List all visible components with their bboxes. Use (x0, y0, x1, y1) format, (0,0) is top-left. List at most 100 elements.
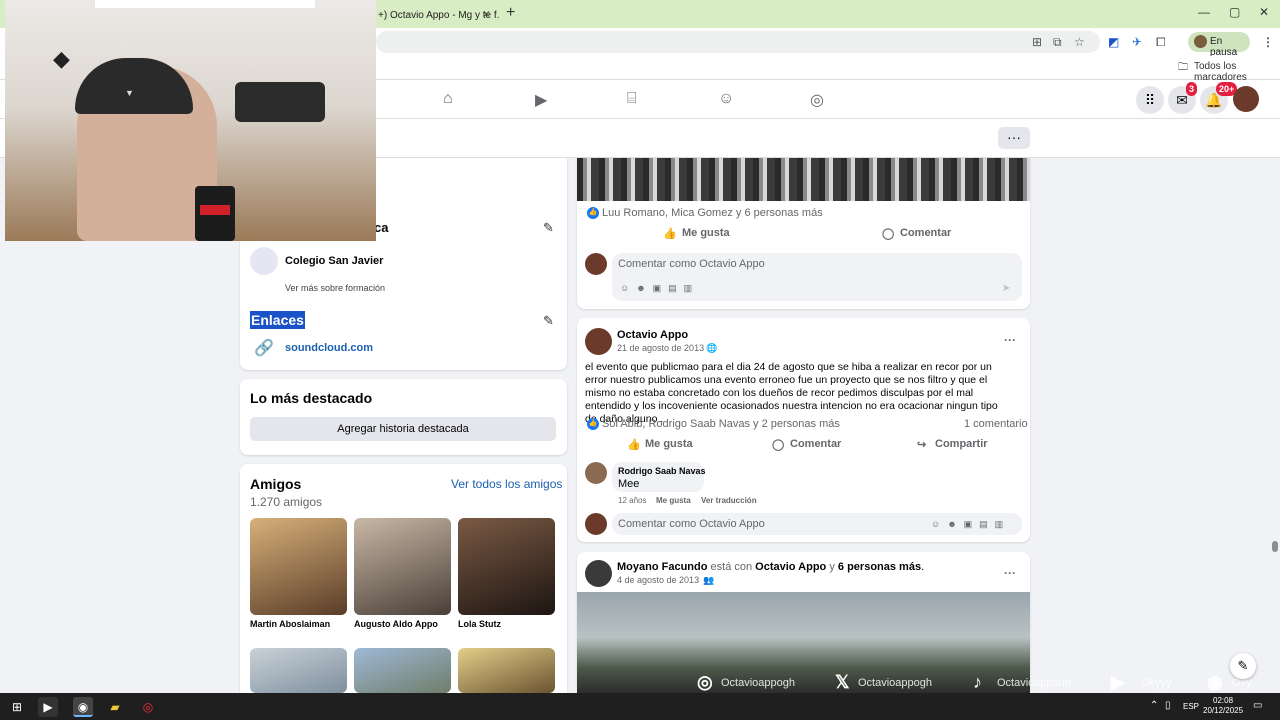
friend-name[interactable]: Lola Stutz (458, 619, 501, 629)
edit-links-pencil-icon[interactable]: ✎ (543, 313, 554, 329)
x-handle: Octavioappogh (858, 677, 932, 689)
marketplace-icon[interactable]: ⌸ (627, 90, 637, 108)
friends-count: 1.270 amigos (250, 495, 323, 509)
post-author[interactable]: Moyano Facundo (617, 561, 707, 573)
see-all-friends-link[interactable]: Ver todos los amigos (451, 477, 562, 491)
school-avatar (250, 247, 278, 275)
post-date[interactable]: 21 de agosto de 2013 (617, 343, 704, 353)
post-photo[interactable] (577, 158, 1030, 201)
translate-icon[interactable]: ⊞ (1032, 35, 1042, 49)
comment-tools-icons[interactable]: ☺☻▣▤▥ (931, 519, 1010, 530)
reply-author[interactable]: Rodrigo Saab Navas (618, 466, 706, 476)
comment-count[interactable]: 1 comentario (964, 418, 1028, 430)
send-icon[interactable]: ➤ (1002, 283, 1010, 294)
tab-close-icon[interactable]: × (483, 7, 490, 21)
like-reaction-icon: 👍 (587, 418, 599, 430)
friend-photo[interactable] (354, 648, 451, 693)
school-name[interactable]: Colegio San Javier (285, 255, 383, 267)
account-avatar[interactable] (1233, 86, 1259, 112)
comment-tools-icons[interactable]: ☺☻▣▤▥ (620, 283, 699, 294)
messenger-badge: 3 (1186, 82, 1198, 96)
folder-icon: 🗀 (1178, 62, 1188, 73)
language-indicator[interactable]: ESP (1183, 702, 1199, 711)
like-icon: 👍 (663, 228, 677, 240)
soundcloud-link[interactable]: soundcloud.com (285, 342, 373, 354)
intro-section-title: ca (374, 220, 389, 235)
post-options-icon[interactable]: ··· (1004, 566, 1016, 580)
battery-icon[interactable]: ▯ (1165, 700, 1171, 711)
post-date[interactable]: 4 de agosto de 2013 (617, 575, 699, 585)
post-reactors[interactable]: Sol Abib, Rodrigo Saab Navas y 2 persona… (602, 418, 840, 430)
like-icon: 👍 (627, 439, 641, 451)
home-icon[interactable]: ⌂ (443, 90, 453, 108)
profile-more-button[interactable]: ··· (998, 127, 1030, 149)
chrome-icon[interactable]: ◉ (73, 697, 93, 717)
sofa (235, 82, 325, 122)
friend-photo[interactable] (354, 518, 451, 615)
reply-age[interactable]: 12 años (618, 496, 646, 505)
friend-photo[interactable] (250, 518, 347, 615)
scrollbar-thumb[interactable] (1272, 541, 1278, 552)
add-featured-button[interactable]: Agregar historia destacada (250, 417, 556, 441)
tiktok-handle: Octavioappoun (997, 677, 1071, 689)
file-explorer-icon[interactable]: ▰ (105, 697, 125, 717)
friends-audience-icon: 👥 (703, 575, 715, 585)
tagged-others[interactable]: 6 personas más (838, 561, 921, 573)
share-icon: ↪ (917, 439, 927, 451)
new-tab-button[interactable]: + (506, 4, 515, 22)
minimize-button[interactable]: — (1198, 5, 1210, 19)
edit-pencil-icon[interactable]: ✎ (543, 220, 554, 236)
friend-photo[interactable] (458, 518, 555, 615)
restore-button[interactable]: ▢ (1229, 5, 1240, 19)
with-text: está con (710, 561, 753, 573)
reply-author-avatar[interactable] (585, 462, 607, 484)
bookmark-star-icon[interactable]: ☆ (1074, 35, 1085, 49)
post-author-avatar[interactable] (585, 328, 612, 355)
browser-tab[interactable]: +) Octavio Appo - Mg y te f... (372, 2, 500, 28)
friend-photo[interactable] (250, 648, 347, 693)
like-button[interactable]: Me gusta (682, 227, 730, 239)
notifications-center-icon[interactable]: ▭ (1253, 700, 1262, 711)
install-app-icon[interactable]: ⧉ (1053, 35, 1062, 50)
reply-translate[interactable]: Ver traducción (701, 496, 757, 505)
post-author[interactable]: Octavio Appo (617, 329, 688, 341)
browser-menu-icon[interactable]: ⋮ (1262, 35, 1274, 49)
windows-start-icon[interactable]: ⊞ (7, 697, 27, 717)
reply-text: Mee (618, 478, 640, 490)
reply-like[interactable]: Me gusta (656, 496, 691, 505)
gaming-icon[interactable]: ◎ (810, 90, 824, 110)
school-more-link[interactable]: Ver más sobre formación (285, 283, 385, 293)
system-clock[interactable]: 02:08 20/12/2025 (1203, 696, 1243, 716)
video-icon[interactable]: ▶ (535, 90, 547, 110)
tray-arrow-icon[interactable]: ⌃ (1150, 700, 1158, 711)
instagram-icon: ◎ (697, 672, 713, 692)
friend-name[interactable]: Augusto Aldo Appo (354, 619, 438, 629)
extension-icon[interactable]: ◩ (1108, 35, 1119, 49)
comment-button[interactable]: Comentar (900, 227, 951, 239)
like-reaction-icon: 👍 (587, 207, 599, 219)
obs-icon[interactable]: ◎ (138, 697, 158, 717)
post-text: el evento que publicmao para el dia 24 d… (585, 361, 998, 425)
friend-name[interactable]: Martin Aboslaiman (250, 619, 330, 629)
comment-placeholder: Comentar como Octavio Appo (618, 518, 765, 530)
friends-title: Amigos (250, 476, 302, 492)
close-window-button[interactable]: ✕ (1259, 5, 1269, 19)
post-reactors[interactable]: Luu Romano, Mica Gomez y 6 personas más (602, 207, 823, 219)
like-button[interactable]: Me gusta (645, 438, 693, 450)
share-button[interactable]: Compartir (935, 438, 988, 450)
comment-button[interactable]: Comentar (790, 438, 841, 450)
friend-photo[interactable] (458, 648, 555, 693)
media-app-icon[interactable]: ▶ (38, 697, 58, 717)
commenter-avatar (585, 513, 607, 535)
groups-icon[interactable]: ☺ (718, 90, 734, 108)
extensions-puzzle-icon[interactable]: ⧠ (1156, 35, 1166, 50)
post-photo[interactable] (577, 592, 1030, 693)
compose-message-icon[interactable]: ✎ (1230, 653, 1256, 679)
tagged-person[interactable]: Octavio Appo (755, 561, 826, 573)
post-author-avatar[interactable] (585, 560, 612, 587)
address-bar[interactable] (376, 31, 1100, 53)
post-options-icon[interactable]: ··· (1004, 333, 1016, 347)
extension-bird-icon[interactable]: ✈ (1132, 35, 1142, 49)
menu-grid-icon[interactable]: ⠿ (1136, 86, 1164, 114)
page-scrollbar[interactable] (1272, 158, 1278, 693)
